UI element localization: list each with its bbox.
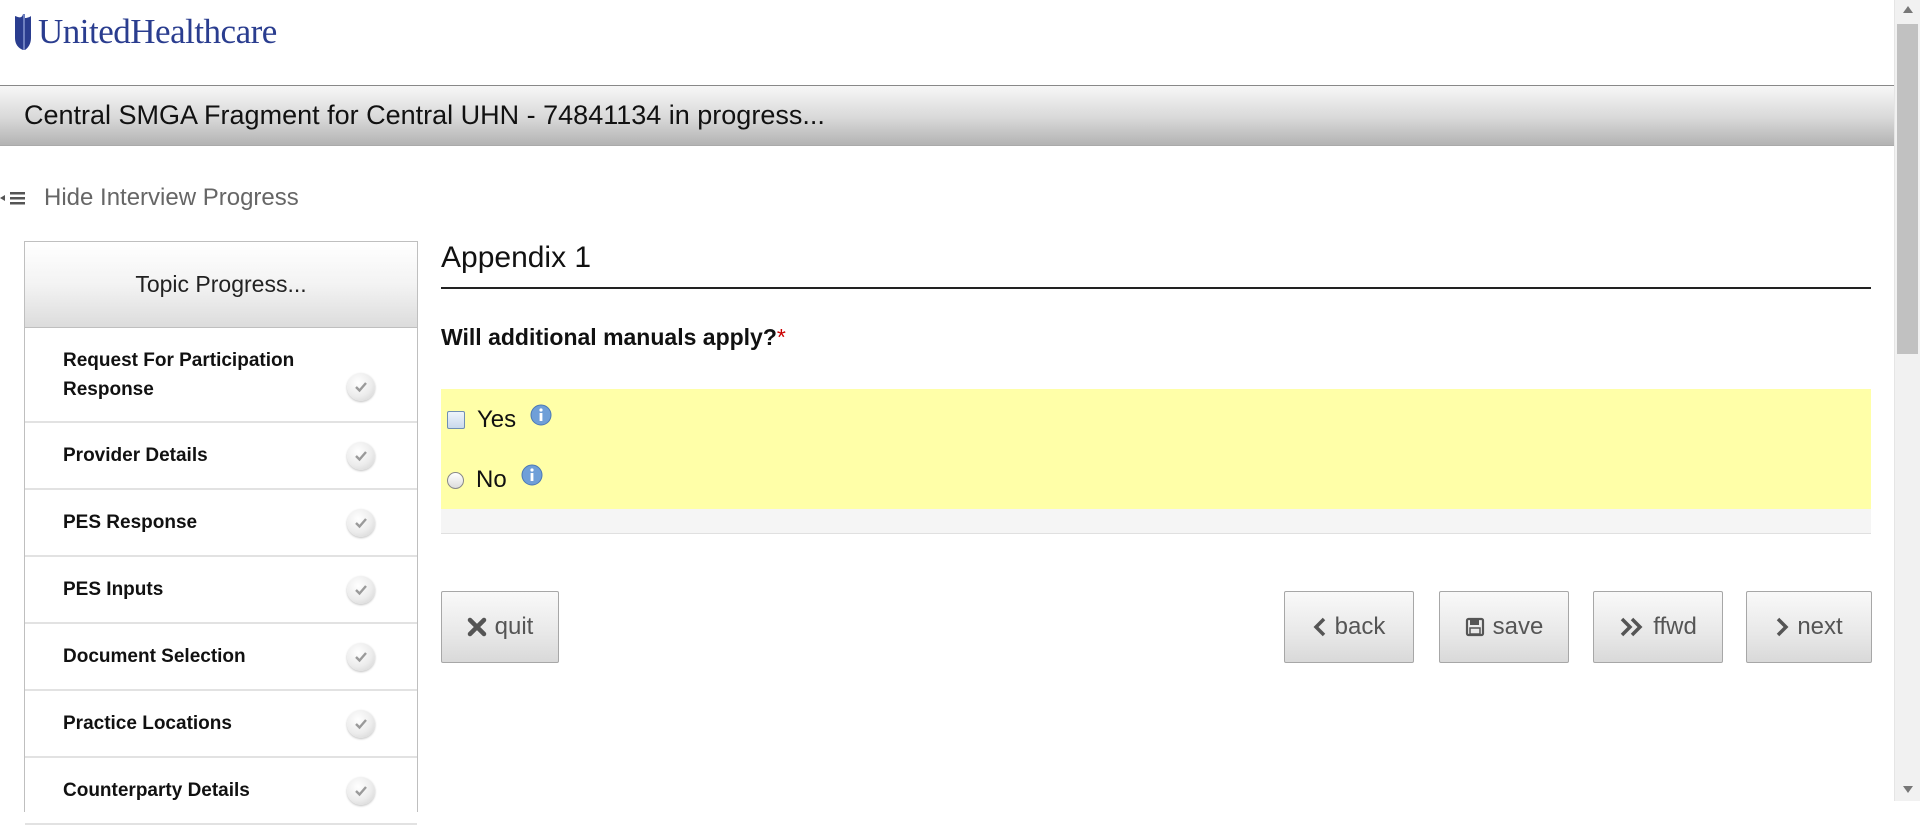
logo-shield-icon [15, 14, 31, 50]
quit-label: quit [494, 613, 534, 640]
check-icon [347, 441, 375, 470]
info-icon[interactable] [530, 404, 552, 426]
ffwd-button[interactable]: ffwd [1593, 591, 1723, 663]
topic-progress-panel: Topic Progress... Request For Participat… [24, 241, 418, 825]
topic-progress-header: Topic Progress... [25, 242, 417, 328]
check-icon [347, 508, 375, 537]
question-text: Will additional manuals apply? [441, 324, 777, 350]
topic-item-pes-inputs[interactable]: PES Inputs [25, 557, 417, 624]
topic-label: PES Response [63, 512, 198, 533]
main-content: Appendix 1 Will additional manuals apply… [441, 241, 1872, 663]
title-bar: Central SMGA Fragment for Central UHN - … [0, 85, 1894, 146]
topic-label: PES Inputs [63, 579, 164, 600]
topic-label: Request For Participation Response [63, 349, 295, 400]
unitedhealthcare-logo[interactable]: UnitedHealthcare [12, 12, 277, 52]
chevron-left-icon [1313, 617, 1325, 637]
close-icon [467, 617, 486, 637]
scroll-up-arrow-icon[interactable] [1903, 6, 1913, 13]
topic-item-document-selection[interactable]: Document Selection [25, 624, 417, 691]
collapse-menu-icon [0, 192, 25, 205]
required-marker: * [776, 324, 786, 350]
check-icon [347, 776, 375, 805]
section-title: Appendix 1 [441, 241, 1871, 289]
next-button[interactable]: next [1746, 591, 1872, 663]
next-label: next [1797, 613, 1843, 640]
header: UnitedHealthcare [0, 0, 1894, 86]
ffwd-label: ffwd [1653, 613, 1697, 640]
hide-progress-toggle[interactable]: Hide Interview Progress [0, 184, 299, 212]
chevron-right-icon [1777, 617, 1789, 637]
no-radio[interactable] [447, 471, 464, 489]
double-chevron-right-icon [1620, 617, 1643, 637]
logo-text: UnitedHealthcare [38, 12, 277, 51]
topic-label: Document Selection [63, 646, 246, 667]
topic-item-provider-details[interactable]: Provider Details [25, 423, 417, 490]
back-button[interactable]: back [1284, 591, 1414, 663]
option-yes[interactable]: Yes [447, 404, 552, 434]
info-icon[interactable] [521, 464, 543, 486]
check-icon [347, 709, 375, 738]
scroll-thumb[interactable] [1897, 24, 1918, 354]
yes-checkbox[interactable] [447, 411, 465, 429]
check-icon [347, 642, 375, 671]
check-icon [347, 575, 375, 604]
topic-item-counterparty-details[interactable]: Counterparty Details [25, 758, 417, 825]
save-label: save [1492, 613, 1544, 640]
floppy-disk-icon [1465, 617, 1484, 637]
scroll-down-arrow-icon[interactable] [1903, 786, 1913, 793]
quit-button[interactable]: quit [441, 591, 559, 663]
question-label: Will additional manuals apply?* [441, 324, 1871, 351]
option-no[interactable]: No [447, 464, 543, 494]
option-label: Yes [477, 406, 517, 433]
check-icon [347, 373, 375, 401]
save-button[interactable]: save [1439, 591, 1569, 663]
topic-item-pes-response[interactable]: PES Response [25, 490, 417, 557]
back-label: back [1334, 613, 1386, 640]
hide-progress-label: Hide Interview Progress [44, 184, 299, 211]
option-label: No [476, 466, 507, 493]
topic-item-practice-locations[interactable]: Practice Locations [25, 691, 417, 758]
page-title: Central SMGA Fragment for Central UHN - … [24, 100, 825, 130]
answer-options: Yes No [441, 389, 1871, 509]
vertical-scrollbar[interactable] [1894, 0, 1920, 801]
topic-label: Practice Locations [63, 713, 232, 734]
topic-label: Provider Details [63, 445, 208, 466]
answers-footer [441, 509, 1871, 534]
topic-item-request-for-participation[interactable]: Request For Participation Response [25, 328, 417, 423]
